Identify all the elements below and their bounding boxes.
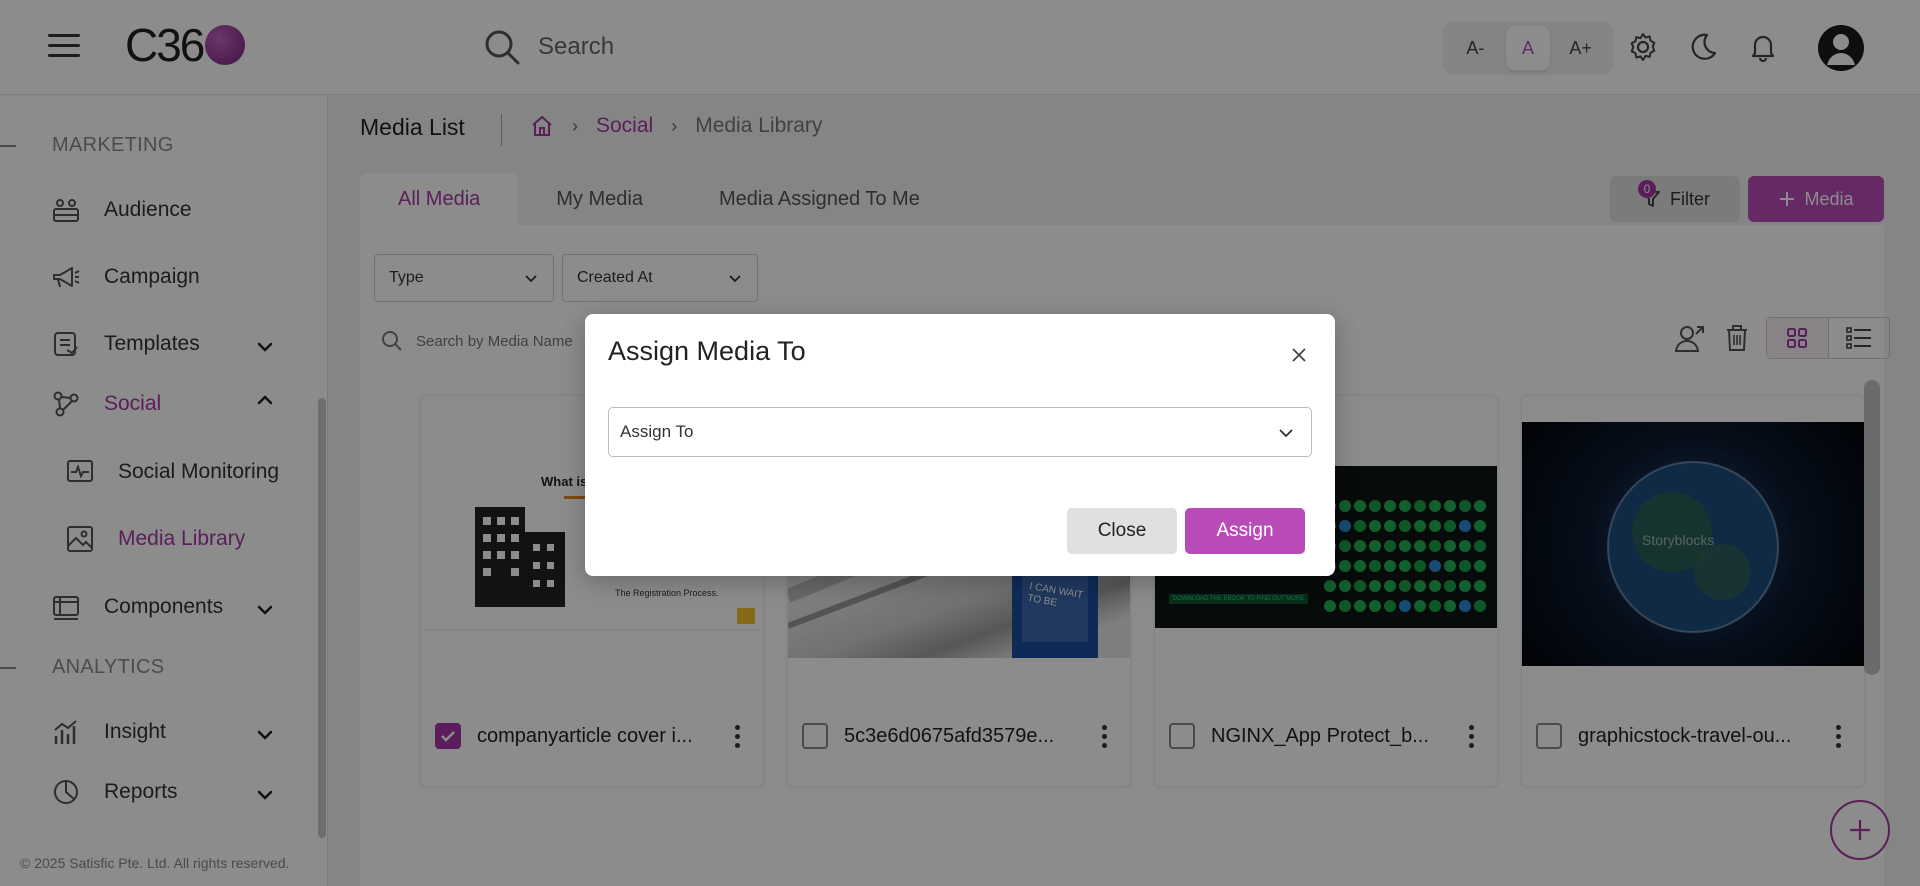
assign-to-select[interactable]: Assign To [608, 407, 1312, 457]
assign-media-dialog: Assign Media To Assign To Close Assign [585, 314, 1335, 576]
dialog-title: Assign Media To [608, 336, 806, 366]
chevron-down-icon [1279, 429, 1293, 438]
close-icon[interactable] [1286, 342, 1312, 368]
assign-to-label: Assign To [620, 422, 694, 441]
close-button[interactable]: Close [1067, 508, 1177, 554]
assign-button[interactable]: Assign [1185, 508, 1305, 554]
